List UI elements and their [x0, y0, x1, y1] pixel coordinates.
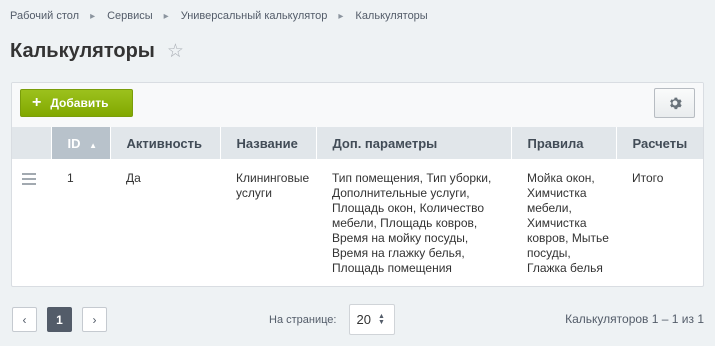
cell-text-line: мебели, [527, 201, 572, 215]
grid-toolbar: + Добавить [12, 83, 703, 127]
prev-page-button[interactable]: ‹ [12, 307, 37, 332]
table-row[interactable]: 1 Да Клининговые услуги Тип помещения, Т… [12, 159, 703, 276]
cell-text-line: Химчистка [527, 216, 587, 230]
cell-text-line: Площадь окон, Количество [332, 201, 485, 215]
add-button-label: Добавить [50, 96, 109, 110]
table-header-row: ID ▲ Активность Название Доп. параметры … [12, 127, 703, 159]
cell-text-line: Время на глажку белья, [332, 246, 465, 260]
per-page-control: На странице: 20 ▲ ▼ [269, 304, 396, 335]
column-header-rules[interactable]: Правила [511, 127, 617, 159]
cell-text-line: ковров, Мытье [527, 231, 609, 245]
breadcrumb-item-calculators[interactable]: Калькуляторы [355, 10, 427, 22]
row-menu-cell[interactable] [12, 159, 51, 276]
cell-text-line: Дополнительные услуги, [332, 186, 470, 200]
column-header-params[interactable]: Доп. параметры [316, 127, 512, 159]
pagination: ‹ 1 › [12, 307, 117, 332]
column-header-label: ID [67, 135, 81, 151]
total-count: Калькуляторов 1 – 1 из 1 [565, 312, 704, 326]
per-page-value: 20 [356, 312, 371, 327]
chevron-right-icon: ▸ [163, 10, 169, 22]
cell-activity: Да [126, 171, 141, 185]
cell-calcs: Итого [632, 171, 664, 185]
page-button-current[interactable]: 1 [47, 307, 72, 332]
star-icon[interactable]: ☆ [167, 40, 184, 63]
updown-icon: ▲ ▼ [377, 312, 385, 326]
sort-up-icon: ▲ [89, 140, 98, 150]
column-header-name[interactable]: Название [220, 127, 317, 159]
cell-params: Тип помещения, Тип уборки, Дополнительны… [316, 159, 511, 276]
calculators-table: ID ▲ Активность Название Доп. параметры … [12, 127, 703, 276]
per-page-label: На странице: [269, 313, 337, 326]
chevron-right-icon: ▸ [338, 10, 344, 22]
page-title-block: Калькуляторы ☆ [10, 40, 184, 63]
cell-text-line: Тип помещения, Тип уборки, [332, 171, 492, 185]
column-header-calcs[interactable]: Расчеты [616, 127, 703, 159]
cell-id: 1 [67, 171, 74, 185]
breadcrumb-item-services[interactable]: Сервисы [107, 10, 153, 22]
grid-panel: + Добавить ID ▲ Активность Название Доп.… [11, 82, 704, 287]
chevron-right-icon: ▸ [90, 10, 96, 22]
cell-text-line: Площадь помещения [332, 261, 452, 275]
cell-text-line: Клининговые [236, 171, 310, 185]
column-header-id[interactable]: ID ▲ [51, 127, 111, 159]
per-page-select[interactable]: 20 ▲ ▼ [349, 304, 396, 335]
cell-text-line: Время на мойку посуды, [332, 231, 469, 245]
drag-handle-icon[interactable] [22, 173, 36, 185]
cell-text-line: Химчистка [527, 186, 587, 200]
gear-icon [669, 97, 682, 110]
cell-text-line: услуги [236, 186, 272, 200]
settings-button[interactable] [654, 88, 695, 118]
plus-icon: + [32, 94, 42, 111]
column-header-handle [12, 127, 52, 159]
cell-text-line: посуды, [527, 246, 571, 260]
breadcrumb-item-universal-calculator[interactable]: Универсальный калькулятор [181, 10, 328, 22]
column-header-activity[interactable]: Активность [110, 127, 221, 159]
cell-rules: Мойка окон, Химчистка мебели, Химчистка … [511, 159, 616, 276]
cell-text-line: Мойка окон, [527, 171, 595, 185]
next-page-button[interactable]: › [82, 307, 107, 332]
breadcrumb-item-desktop[interactable]: Рабочий стол [10, 10, 79, 22]
cell-text-line: Глажка белья [527, 261, 603, 275]
breadcrumb: Рабочий стол ▸ Сервисы ▸ Универсальный к… [10, 10, 428, 22]
cell-text-line: мебели, Площадь ковров, [332, 216, 478, 230]
page-title: Калькуляторы [10, 40, 155, 62]
cell-name: Клининговые услуги [220, 159, 316, 276]
add-button[interactable]: + Добавить [20, 89, 133, 117]
